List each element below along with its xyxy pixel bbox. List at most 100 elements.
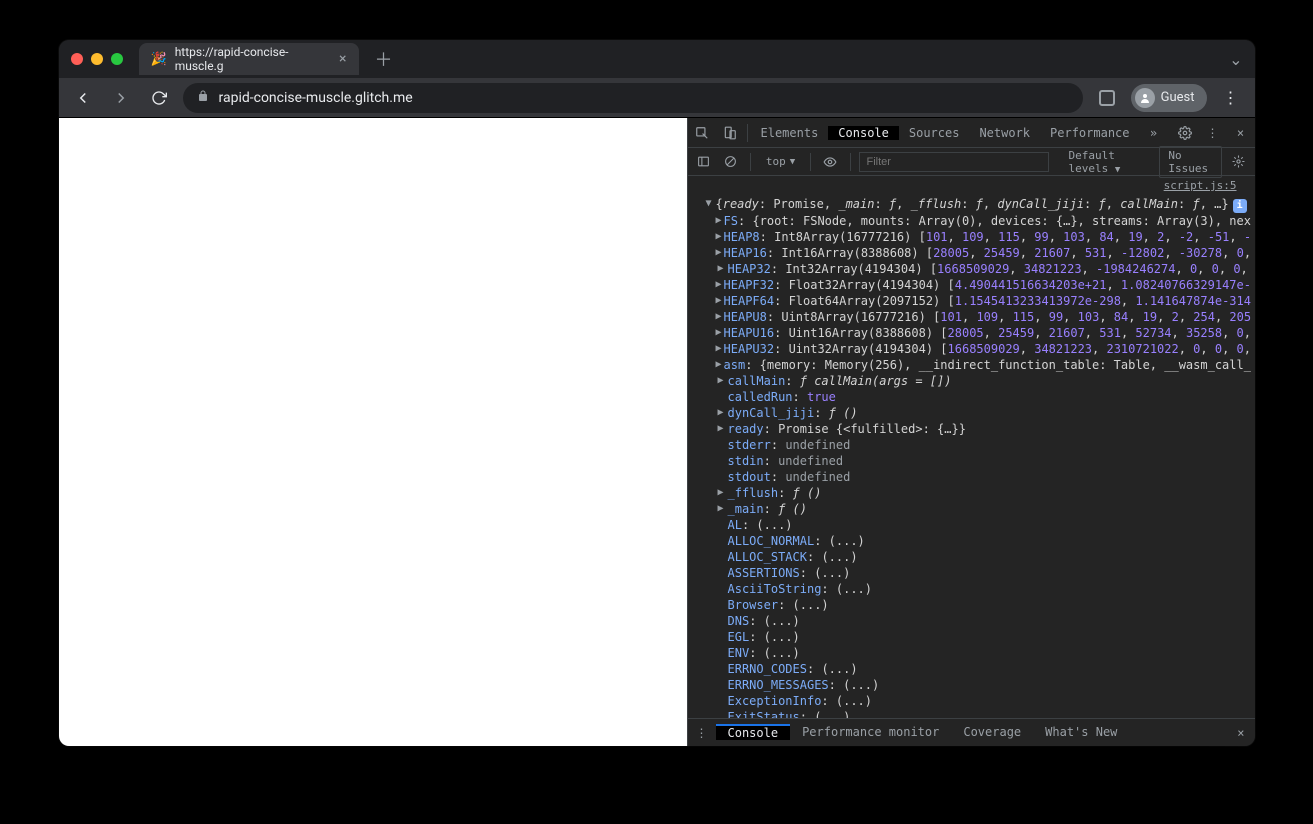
minimize-window-button[interactable] — [91, 53, 103, 65]
object-summary-row[interactable]: {ready: Promise, _main: ƒ, _fflush: ƒ, d… — [698, 196, 1251, 213]
expand-caret[interactable] — [716, 277, 722, 293]
object-property-row[interactable]: ExceptionInfo: (...) — [698, 693, 1251, 709]
object-property-row[interactable]: ENV: (...) — [698, 645, 1251, 661]
console-output[interactable]: script.js:5 {ready: Promise, _main: ƒ, _… — [688, 176, 1255, 718]
object-property-row[interactable]: HEAPU32: Uint32Array(4194304) [166850902… — [698, 341, 1251, 357]
devtools-settings-button[interactable] — [1171, 126, 1199, 140]
expand-caret[interactable] — [716, 373, 726, 389]
object-property-row[interactable]: FS: {root: FSNode, mounts: Array(0), dev… — [698, 213, 1251, 229]
source-link[interactable]: script.js:5 — [688, 176, 1255, 194]
object-property-row[interactable]: HEAPU8: Uint8Array(16777216) [101, 109, … — [698, 309, 1251, 325]
devtools-more-tabs[interactable]: » — [1140, 126, 1168, 140]
page-viewport[interactable] — [59, 118, 687, 746]
object-property-row[interactable]: HEAPF32: Float32Array(4194304) [4.490441… — [698, 277, 1251, 293]
expand-caret[interactable] — [716, 309, 722, 325]
tab-overflow-button[interactable]: ⌄ — [1229, 50, 1242, 69]
object-property-row[interactable]: DNS: (...) — [698, 613, 1251, 629]
object-property-row[interactable]: ERRNO_MESSAGES: (...) — [698, 677, 1251, 693]
expand-caret[interactable] — [716, 213, 722, 229]
object-property-row[interactable]: stdout: undefined — [698, 469, 1251, 485]
devtools-drawer: ⋮ ConsolePerformance monitorCoverageWhat… — [688, 718, 1255, 746]
expand-caret[interactable] — [716, 325, 722, 341]
drawer-menu-button[interactable]: ⋮ — [688, 726, 716, 740]
devtools-close-button[interactable]: × — [1227, 126, 1255, 140]
object-property-row[interactable]: asm: {memory: Memory(256), __indirect_fu… — [698, 357, 1251, 373]
devtools-menu-button[interactable]: ⋮ — [1199, 126, 1227, 140]
expand-caret[interactable] — [716, 501, 726, 517]
execution-context-selector[interactable]: top ▼ — [760, 153, 801, 170]
reload-button[interactable] — [145, 84, 173, 112]
chrome-menu-button[interactable]: ⋮ — [1217, 84, 1245, 112]
issues-button[interactable]: No Issues — [1159, 146, 1221, 178]
inspect-element-button[interactable] — [688, 126, 716, 140]
drawer-tab-coverage[interactable]: Coverage — [951, 725, 1033, 739]
expand-caret[interactable] — [716, 421, 726, 437]
object-property-row[interactable]: HEAPF64: Float64Array(2097152) [1.154541… — [698, 293, 1251, 309]
clear-console-button[interactable] — [720, 155, 741, 168]
object-property-row[interactable]: ERRNO_CODES: (...) — [698, 661, 1251, 677]
drawer-tab-what-s-new[interactable]: What's New — [1033, 725, 1129, 739]
panel-toggle-icon[interactable] — [1093, 84, 1121, 112]
expand-caret[interactable] — [704, 196, 714, 212]
devtools-tab-performance[interactable]: Performance — [1040, 126, 1139, 140]
drawer-tab-console[interactable]: Console — [716, 724, 791, 740]
object-property-row[interactable]: stderr: undefined — [698, 437, 1251, 453]
object-property-row[interactable]: ASSERTIONS: (...) — [698, 565, 1251, 581]
object-property-row[interactable]: AL: (...) — [698, 517, 1251, 533]
console-sidebar-toggle[interactable] — [694, 155, 715, 168]
forward-button[interactable] — [107, 84, 135, 112]
object-property-row[interactable]: ALLOC_NORMAL: (...) — [698, 533, 1251, 549]
back-button[interactable] — [69, 84, 97, 112]
profile-label: Guest — [1161, 90, 1195, 105]
object-property-row[interactable]: AsciiToString: (...) — [698, 581, 1251, 597]
drawer-close-button[interactable]: × — [1227, 726, 1254, 740]
expand-caret[interactable] — [716, 405, 726, 421]
toolbar: rapid-concise-muscle.glitch.me Guest ⋮ — [59, 78, 1255, 118]
expand-caret[interactable] — [716, 261, 726, 277]
object-property-row[interactable]: ExitStatus: (...) — [698, 709, 1251, 718]
close-window-button[interactable] — [71, 53, 83, 65]
object-property-row[interactable]: HEAP32: Int32Array(4194304) [1668509029,… — [698, 261, 1251, 277]
new-tab-button[interactable]: ＋ — [365, 42, 403, 76]
address-bar[interactable]: rapid-concise-muscle.glitch.me — [183, 83, 1083, 113]
object-property-row[interactable]: Browser: (...) — [698, 597, 1251, 613]
browser-window: 🎉 https://rapid-concise-muscle.g × ＋ ⌄ r… — [59, 40, 1255, 746]
object-property-row[interactable]: ALLOC_STACK: (...) — [698, 549, 1251, 565]
expand-caret[interactable] — [716, 485, 726, 501]
object-property-row[interactable]: stdin: undefined — [698, 453, 1251, 469]
expand-caret[interactable] — [716, 293, 722, 309]
context-label: top — [766, 155, 786, 168]
devtools-tab-console[interactable]: Console — [828, 126, 899, 140]
expand-caret[interactable] — [716, 229, 722, 245]
object-property-row[interactable]: ready: Promise {<fulfilled>: {…}} — [698, 421, 1251, 437]
fullscreen-window-button[interactable] — [111, 53, 123, 65]
expand-caret[interactable] — [716, 357, 722, 373]
object-property-row[interactable]: HEAPU16: Uint16Array(8388608) [28005, 25… — [698, 325, 1251, 341]
drawer-tab-performance-monitor[interactable]: Performance monitor — [790, 725, 951, 739]
devtools-panel: ElementsConsoleSourcesNetworkPerformance… — [687, 118, 1255, 746]
object-property-row[interactable]: EGL: (...) — [698, 629, 1251, 645]
tab-favicon: 🎉 — [151, 52, 167, 67]
expand-caret[interactable] — [716, 245, 722, 261]
object-property-row[interactable]: _fflush: ƒ () — [698, 485, 1251, 501]
object-property-row[interactable]: callMain: ƒ callMain(args = []) — [698, 373, 1251, 389]
object-property-row[interactable]: calledRun: true — [698, 389, 1251, 405]
device-toolbar-button[interactable] — [716, 126, 744, 140]
profile-chip[interactable]: Guest — [1131, 84, 1207, 112]
console-filter-input[interactable] — [859, 152, 1049, 172]
live-expression-button[interactable] — [820, 155, 841, 169]
log-levels-selector[interactable]: Default levels ▼ — [1061, 146, 1153, 178]
object-property-row[interactable]: _main: ƒ () — [698, 501, 1251, 517]
expand-caret[interactable] — [716, 341, 722, 357]
devtools-tab-sources[interactable]: Sources — [899, 126, 970, 140]
browser-tab[interactable]: 🎉 https://rapid-concise-muscle.g × — [139, 43, 359, 75]
object-property-row[interactable]: HEAP8: Int8Array(16777216) [101, 109, 11… — [698, 229, 1251, 245]
devtools-tab-network[interactable]: Network — [969, 126, 1040, 140]
url-text: rapid-concise-muscle.glitch.me — [219, 90, 413, 106]
object-property-row[interactable]: dynCall_jiji: ƒ () — [698, 405, 1251, 421]
info-badge[interactable]: i — [1233, 199, 1247, 213]
close-tab-button[interactable]: × — [339, 51, 346, 67]
console-settings-button[interactable] — [1228, 155, 1249, 168]
devtools-tab-elements[interactable]: Elements — [751, 126, 829, 140]
object-property-row[interactable]: HEAP16: Int16Array(8388608) [28005, 2545… — [698, 245, 1251, 261]
